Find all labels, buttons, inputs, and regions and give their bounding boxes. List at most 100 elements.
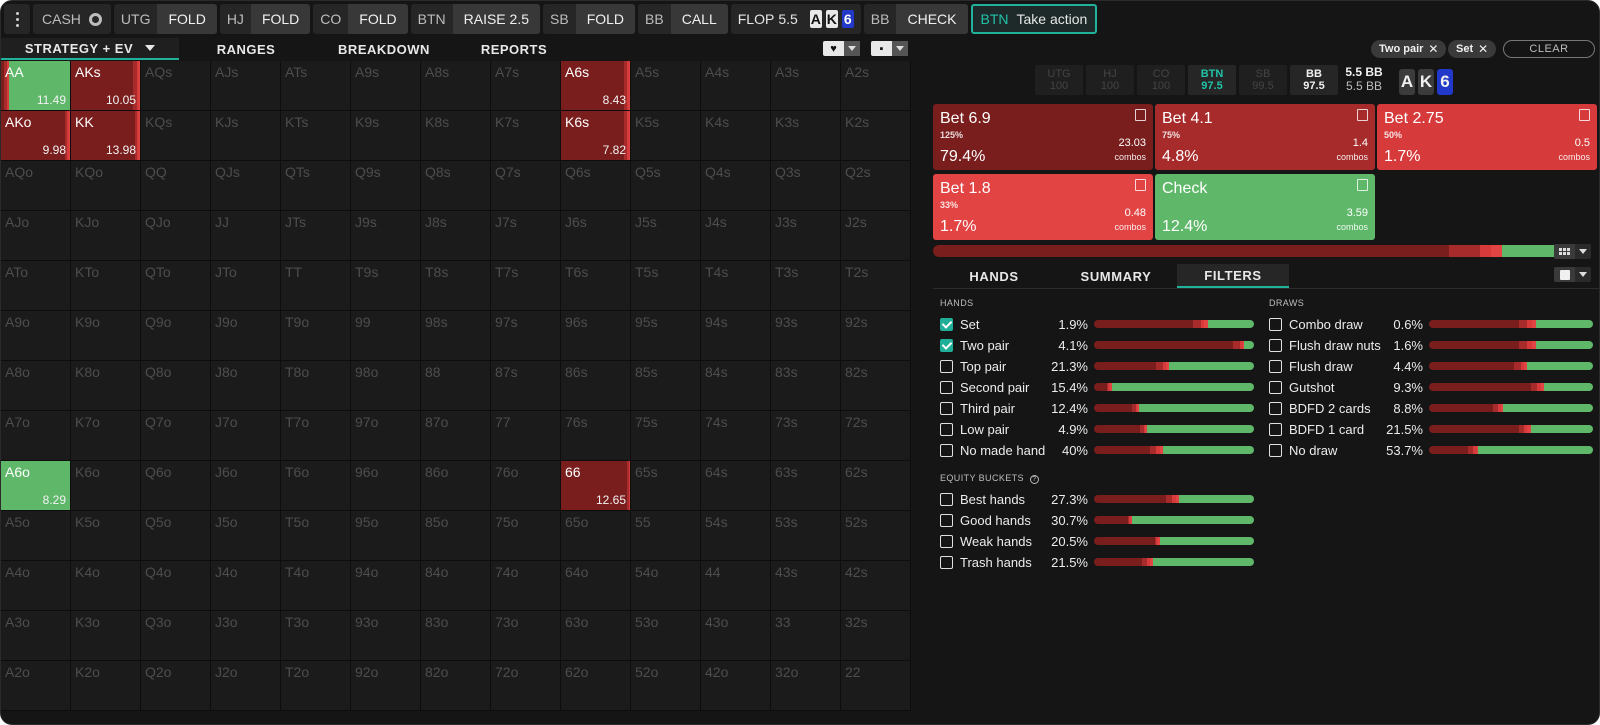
hand-cell[interactable]: ATo <box>1 261 71 311</box>
hand-cell[interactable]: 55 <box>631 511 701 561</box>
filter-checkbox[interactable] <box>1269 422 1282 436</box>
hand-cell[interactable]: 99 <box>351 311 421 361</box>
action-bet-4-1[interactable]: Bet 4.1 75% 4.8% 1.4 combos <box>1155 104 1375 170</box>
hand-cell[interactable]: 85o <box>421 511 491 561</box>
hand-cell[interactable]: 42o <box>701 661 771 711</box>
filter-row[interactable]: Good hands 30.7% <box>940 511 1088 529</box>
tab-reports[interactable]: REPORTS <box>455 38 573 60</box>
step-hj[interactable]: HJ FOLD <box>219 4 311 34</box>
hand-cell[interactable]: T9o <box>281 311 351 361</box>
hand-cell[interactable]: 53o <box>631 611 701 661</box>
hand-cell[interactable]: 86s <box>561 361 631 411</box>
filter-row[interactable]: Second pair 15.4% <box>940 378 1088 396</box>
hand-cell[interactable]: A7s <box>491 61 561 111</box>
hand-cell[interactable]: 95o <box>351 511 421 561</box>
hand-cell[interactable]: K9o <box>71 311 141 361</box>
hand-cell[interactable]: J2o <box>211 661 281 711</box>
step-bb-flop[interactable]: BB CHECK <box>863 4 968 34</box>
hand-cell[interactable]: 72o <box>491 661 561 711</box>
filter-chip-two-pair[interactable]: Two pair ✕ <box>1371 40 1447 58</box>
hand-cell[interactable]: T4s <box>701 261 771 311</box>
hand-cell[interactable]: J6s <box>561 211 631 261</box>
hand-cell[interactable]: J5s <box>631 211 701 261</box>
hand-cell[interactable]: J4o <box>211 561 281 611</box>
details-icon[interactable] <box>1579 109 1590 121</box>
hand-cell[interactable]: J2s <box>841 211 911 261</box>
hand-cell[interactable]: 32o <box>771 661 841 711</box>
step-action[interactable]: CALL <box>670 4 728 34</box>
hand-cell[interactable]: J8o <box>211 361 281 411</box>
tab-breakdown[interactable]: BREAKDOWN <box>313 38 455 60</box>
hand-cell[interactable]: Q9o <box>141 311 211 361</box>
hand-cell[interactable]: Q3s <box>771 161 841 211</box>
gear-icon[interactable] <box>88 12 102 26</box>
chevron-down-icon[interactable] <box>844 41 860 56</box>
step-bb[interactable]: BB CALL <box>638 4 728 34</box>
hand-cell[interactable]: 77 <box>491 411 561 461</box>
hand-cell[interactable]: Q2o <box>141 661 211 711</box>
hand-cell[interactable]: 97s <box>491 311 561 361</box>
hand-cell[interactable]: A5o <box>1 511 71 561</box>
hand-cell[interactable]: J3o <box>211 611 281 661</box>
hand-cell[interactable]: 65s <box>631 461 701 511</box>
hand-cell[interactable]: J9o <box>211 311 281 361</box>
hand-cell[interactable]: KJo <box>71 211 141 261</box>
action-bet-2-75[interactable]: Bet 2.75 50% 1.7% 0.5 combos <box>1377 104 1597 170</box>
hand-cell[interactable]: J6o <box>211 461 281 511</box>
hand-cell[interactable]: KTo <box>71 261 141 311</box>
hand-cell[interactable]: T2o <box>281 661 351 711</box>
hand-cell[interactable]: T8o <box>281 361 351 411</box>
hand-cell[interactable]: 65o <box>561 511 631 561</box>
hand-cell[interactable]: T3s <box>771 261 841 311</box>
step-action[interactable]: RAISE 2.5 <box>452 4 540 34</box>
tab-filters[interactable]: FILTERS <box>1177 264 1289 288</box>
hand-cell[interactable]: Q3o <box>141 611 211 661</box>
hand-cell[interactable]: J7s <box>491 211 561 261</box>
hand-cell[interactable]: K2s <box>841 111 911 161</box>
hand-cell[interactable]: 82s <box>841 361 911 411</box>
hand-cell[interactable]: T6s <box>561 261 631 311</box>
hand-cell[interactable]: 87s <box>491 361 561 411</box>
hand-cell[interactable]: K5o <box>71 511 141 561</box>
filter-checkbox[interactable] <box>940 492 953 506</box>
menu-button[interactable] <box>4 4 30 34</box>
hand-cell[interactable]: A9o <box>1 311 71 361</box>
hand-cell[interactable]: K5s <box>631 111 701 161</box>
save-icon[interactable]: ▪ <box>871 41 892 56</box>
hand-cell[interactable]: 73s <box>771 411 841 461</box>
hand-cell[interactable]: Q4o <box>141 561 211 611</box>
hand-cell[interactable]: A3s <box>771 61 841 111</box>
hand-cell[interactable]: AJs <box>211 61 281 111</box>
hand-cell[interactable]: KJs <box>211 111 281 161</box>
hand-cell[interactable]: A4s <box>701 61 771 111</box>
action-bet-6-9[interactable]: Bet 6.9 125% 79.4% 23.03 combos <box>933 104 1153 170</box>
hand-cell[interactable]: 74o <box>491 561 561 611</box>
hand-cell[interactable]: T5o <box>281 511 351 561</box>
filter-checkbox[interactable] <box>940 317 953 331</box>
chevron-down-icon[interactable] <box>145 45 156 51</box>
filter-checkbox[interactable] <box>1269 317 1282 331</box>
hand-cell[interactable]: 54o <box>631 561 701 611</box>
filter-checkbox[interactable] <box>1269 338 1282 352</box>
hand-cell[interactable]: Q8s <box>421 161 491 211</box>
hand-cell[interactable]: Q4s <box>701 161 771 211</box>
clear-filters-button[interactable]: CLEAR <box>1503 40 1595 58</box>
filter-checkbox[interactable] <box>940 555 953 569</box>
step-action[interactable]: FOLD <box>575 4 636 34</box>
hand-cell[interactable]: T9s <box>351 261 421 311</box>
hand-cell[interactable]: Q8o <box>141 361 211 411</box>
color-mode-dropdown[interactable] <box>1554 267 1591 282</box>
hand-cell[interactable]: A6s 8.43 <box>561 61 631 111</box>
hand-cell[interactable]: 62s <box>841 461 911 511</box>
hand-cell[interactable]: 43o <box>701 611 771 661</box>
step-flop[interactable]: FLOP 5.5 A K 6 <box>730 4 861 34</box>
step-action[interactable]: CHECK <box>896 4 968 34</box>
filter-row[interactable]: Set 1.9% <box>940 315 1088 333</box>
close-icon[interactable]: ✕ <box>1478 42 1488 56</box>
hand-cell[interactable]: 76o <box>491 461 561 511</box>
hand-cell[interactable]: T5s <box>631 261 701 311</box>
hand-cell[interactable]: 33 <box>771 611 841 661</box>
hand-cell[interactable]: 66 12.65 <box>561 461 631 511</box>
filter-row[interactable]: No draw 53.7% <box>1269 441 1423 459</box>
filter-row[interactable]: BDFD 1 card 21.5% <box>1269 420 1423 438</box>
